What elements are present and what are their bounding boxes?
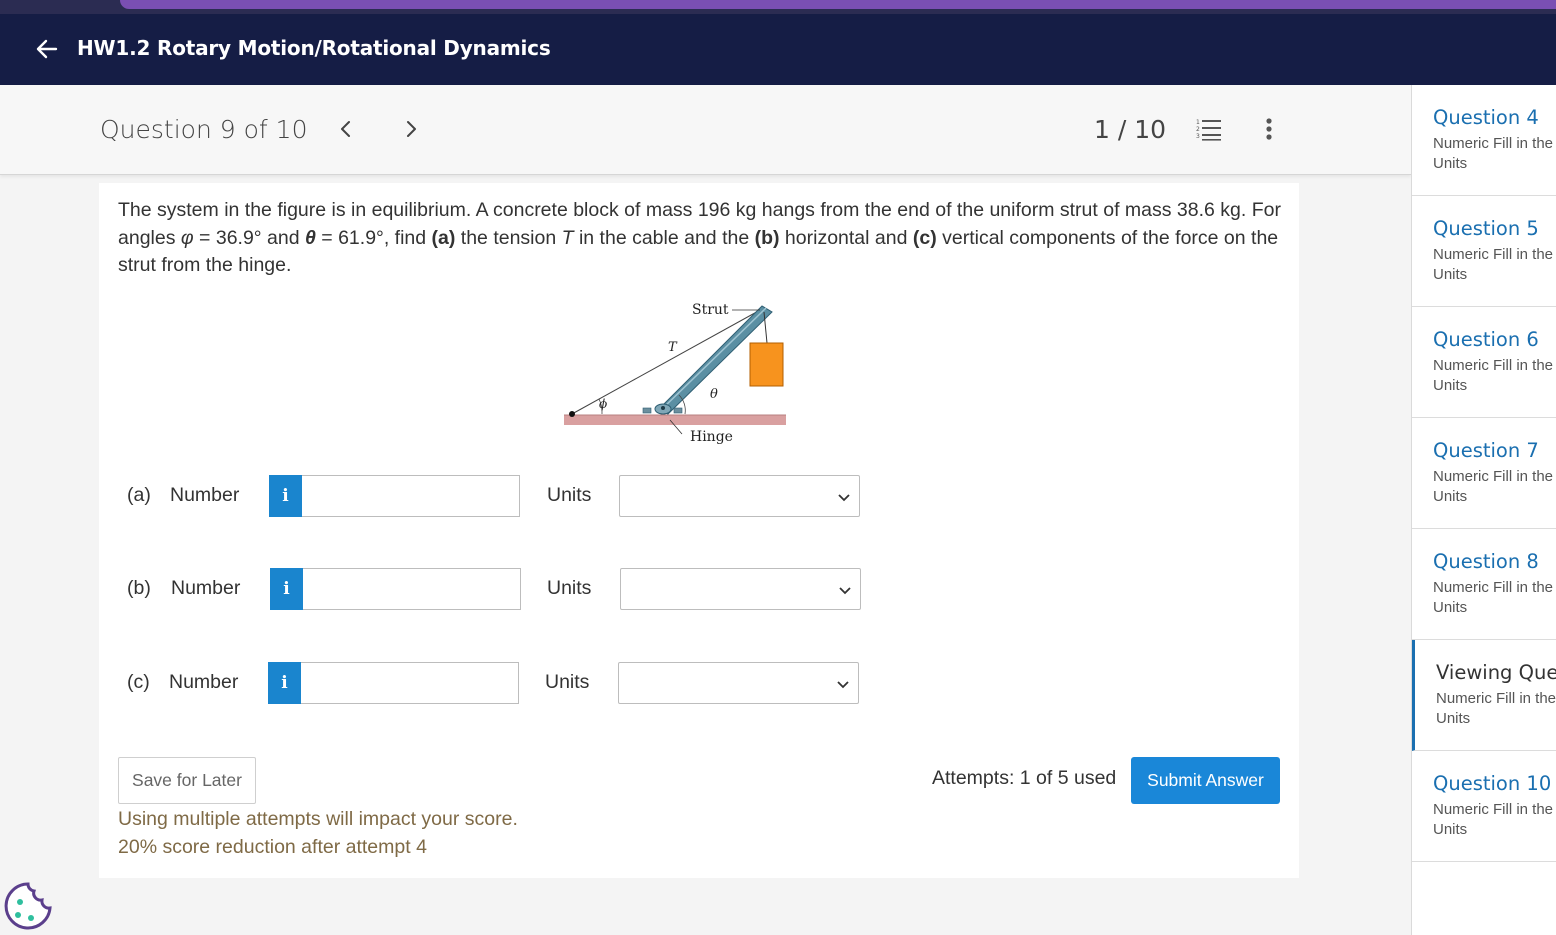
phi-label: ϕ bbox=[599, 397, 607, 411]
svg-text:2: 2 bbox=[1196, 126, 1200, 133]
part-label: (c) bbox=[127, 671, 150, 693]
sidebar-item-question-8[interactable]: Question 8 Numeric Fill in the Units bbox=[1412, 529, 1556, 640]
number-input-b[interactable] bbox=[303, 568, 521, 610]
page-count: 1 / 10 bbox=[1094, 115, 1167, 144]
attempts-counter: Attempts: 1 of 5 used bbox=[932, 767, 1117, 789]
number-input-c[interactable] bbox=[301, 662, 519, 704]
chevron-down-icon bbox=[839, 587, 851, 595]
svg-text:1: 1 bbox=[1196, 119, 1200, 126]
units-select-a[interactable] bbox=[619, 475, 860, 517]
cable-anchor bbox=[569, 411, 575, 417]
theta-label: θ bbox=[710, 387, 718, 402]
ground bbox=[564, 415, 786, 425]
sidebar-item-question-4[interactable]: Question 4 Numeric Fill in the Units bbox=[1412, 85, 1556, 196]
attempt-penalty-note: Using multiple attempts will impact your… bbox=[118, 808, 518, 858]
submit-answer-button[interactable]: Submit Answer bbox=[1131, 757, 1280, 804]
sidebar-item-question-10[interactable]: Question 10 Numeric Fill in the Units bbox=[1412, 751, 1556, 862]
part-label: (b) bbox=[127, 577, 151, 599]
units-label: Units bbox=[547, 484, 592, 506]
units-label: Units bbox=[547, 577, 592, 599]
sidebar-item-question-6[interactable]: Question 6 Numeric Fill in the Units bbox=[1412, 307, 1556, 418]
number-label: Number bbox=[171, 577, 241, 599]
question-card: The system in the figure is in equilibri… bbox=[99, 183, 1299, 878]
concrete-block bbox=[749, 342, 784, 387]
equilibrium-figure: Strut T ϕ θ Hinge bbox=[564, 302, 786, 445]
assignment-title: HW1.2 Rotary Motion/Rotational Dynamics bbox=[77, 36, 551, 60]
answer-row-a: (a) Number i Units bbox=[99, 475, 899, 517]
info-button[interactable]: i bbox=[269, 475, 302, 517]
answer-row-b: (b) Number i Units bbox=[99, 568, 899, 610]
cookie-icon[interactable] bbox=[2, 880, 54, 934]
chevron-right-icon[interactable] bbox=[399, 117, 423, 141]
sidebar-item-question-7[interactable]: Question 7 Numeric Fill in the Units bbox=[1412, 418, 1556, 529]
units-label: Units bbox=[545, 671, 590, 693]
svg-text:3: 3 bbox=[1196, 133, 1200, 140]
arrow-left-icon[interactable] bbox=[34, 36, 60, 62]
units-select-c[interactable] bbox=[618, 662, 859, 704]
more-vertical-icon[interactable] bbox=[1259, 116, 1279, 142]
part-label: (a) bbox=[127, 484, 151, 506]
question-position: Question 9 of 10 bbox=[100, 115, 308, 144]
browser-tab bbox=[120, 0, 1556, 9]
number-label: Number bbox=[169, 671, 239, 693]
question-header: Question 9 of 10 1 / 10 1 2 3 bbox=[0, 85, 1411, 175]
tension-label: T bbox=[668, 340, 678, 355]
question-sidebar: Question 4 Numeric Fill in the Units Ques… bbox=[1411, 85, 1556, 935]
info-button[interactable]: i bbox=[268, 662, 301, 704]
answer-row-c: (c) Number i Units bbox=[99, 662, 899, 704]
strut-label: Strut bbox=[692, 302, 729, 318]
info-button[interactable]: i bbox=[270, 568, 303, 610]
number-label: Number bbox=[170, 484, 240, 506]
browser-tab-strip bbox=[0, 0, 1556, 14]
chevron-left-icon[interactable] bbox=[334, 117, 358, 141]
numbered-list-icon[interactable]: 1 2 3 bbox=[1195, 117, 1223, 141]
chevron-down-icon bbox=[837, 681, 849, 689]
sidebar-item-current-question[interactable]: Viewing Que Numeric Fill in the Units bbox=[1412, 640, 1556, 751]
hinge-label: Hinge bbox=[690, 429, 733, 445]
chevron-down-icon bbox=[838, 494, 850, 502]
problem-statement: The system in the figure is in equilibri… bbox=[118, 199, 1281, 276]
number-input-a[interactable] bbox=[302, 475, 520, 517]
sidebar-item-question-5[interactable]: Question 5 Numeric Fill in the Units bbox=[1412, 196, 1556, 307]
top-bar: HW1.2 Rotary Motion/Rotational Dynamics bbox=[0, 14, 1556, 85]
save-for-later-button[interactable]: Save for Later bbox=[118, 757, 256, 804]
units-select-b[interactable] bbox=[620, 568, 861, 610]
